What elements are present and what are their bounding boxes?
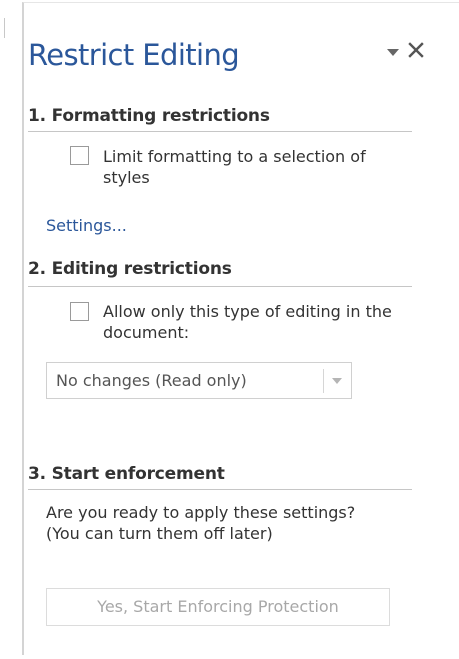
dropdown-arrow-icon — [332, 378, 342, 384]
editing-restrictions-heading: 2. Editing restrictions — [28, 259, 232, 279]
editing-type-selected-value: No changes (Read only) — [56, 371, 247, 390]
document-edge — [0, 0, 22, 659]
editing-type-dropdown[interactable]: No changes (Read only) — [46, 362, 352, 399]
dropdown-separator — [323, 369, 324, 393]
enforcement-section-divider — [28, 489, 412, 490]
editing-section-divider — [28, 286, 412, 287]
document-edge-mark — [4, 18, 5, 38]
start-enforcement-heading: 3. Start enforcement — [28, 464, 225, 484]
allow-editing-type-checkbox[interactable] — [70, 302, 89, 321]
allow-editing-type-label: Allow only this type of editing in the d… — [103, 302, 392, 342]
start-enforcing-protection-button[interactable]: Yes, Start Enforcing Protection — [46, 588, 390, 626]
pane-options-button[interactable] — [384, 43, 404, 61]
pane-title: Restrict Editing — [28, 38, 240, 72]
limit-formatting-checkbox[interactable] — [70, 146, 89, 165]
close-icon — [408, 42, 424, 58]
restrict-editing-window: Restrict Editing 1. Formatting restricti… — [0, 0, 459, 659]
enforcement-description: Are you ready to apply these settings? (… — [46, 503, 356, 543]
chevron-down-icon — [387, 49, 399, 56]
formatting-section-divider — [28, 131, 412, 132]
limit-formatting-label: Limit formatting to a selection of style… — [103, 147, 366, 187]
formatting-settings-link[interactable]: Settings... — [46, 216, 127, 235]
close-pane-button[interactable] — [405, 38, 429, 64]
formatting-restrictions-heading: 1. Formatting restrictions — [28, 106, 270, 126]
